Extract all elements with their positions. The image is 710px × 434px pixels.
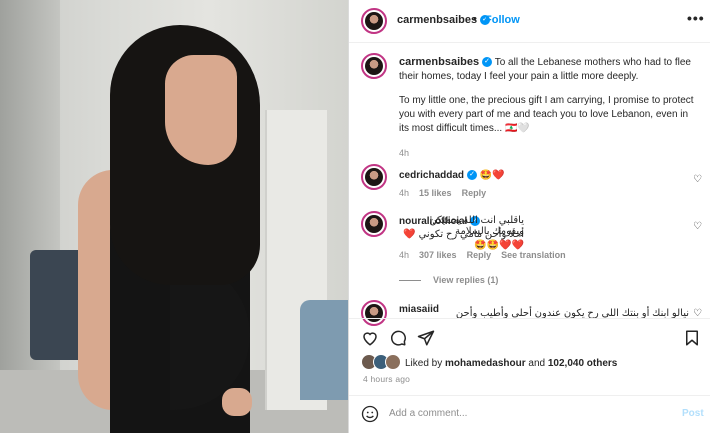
add-comment-input[interactable]: Add a comment... bbox=[389, 408, 467, 419]
replies-line bbox=[399, 280, 421, 282]
liked-by-user-link[interactable]: mohamedashour bbox=[445, 358, 526, 369]
post-caption: carmenbsaibes ✓ To all the Lebanese mothe… bbox=[399, 55, 699, 160]
caption-text-2: To my little one, the precious gift I am… bbox=[399, 95, 694, 134]
comment-likes[interactable]: 15 likes bbox=[419, 188, 452, 198]
liked-by-others-link[interactable]: 102,040 others bbox=[548, 358, 618, 369]
comment-meta: 4h 307 likes Reply See translation bbox=[399, 250, 566, 260]
photo-face bbox=[165, 55, 237, 165]
verified-badge-icon: ✓ bbox=[467, 170, 478, 181]
add-comment-row: Add a comment... Post bbox=[349, 395, 710, 434]
comment-meta: 4h 15 likes Reply bbox=[399, 188, 486, 198]
comment-time: 4h bbox=[399, 250, 410, 260]
photo-chair bbox=[300, 300, 348, 400]
caption-username[interactable]: carmenbsaibes ✓ bbox=[399, 56, 493, 68]
like-heart-icon[interactable] bbox=[361, 329, 379, 347]
comment-reply-button[interactable]: Reply bbox=[467, 250, 492, 260]
caption-author-avatar[interactable] bbox=[361, 53, 387, 79]
share-paper-plane-icon[interactable] bbox=[417, 329, 435, 347]
comment-username[interactable]: cedrichaddad ✓ 🤩❤️ bbox=[399, 170, 505, 181]
post-timestamp: 4 hours ago bbox=[363, 374, 411, 384]
comment-avatar[interactable] bbox=[361, 211, 387, 237]
post-side-panel: carmenbsaibes ✓ • Follow ••• carmenbsaibe… bbox=[348, 0, 710, 433]
liked-by-prefix: Liked by bbox=[405, 358, 443, 369]
comment-avatar[interactable] bbox=[361, 164, 387, 190]
emoji-smiley-icon[interactable] bbox=[361, 405, 379, 423]
instagram-post-viewer: carmenbsaibes ✓ • Follow ••• carmenbsaibe… bbox=[0, 0, 710, 433]
caption-time: 4h bbox=[399, 148, 410, 158]
photo-shelf bbox=[30, 250, 85, 360]
dot-separator: • bbox=[473, 13, 477, 25]
photo-wall bbox=[0, 0, 60, 433]
author-avatar[interactable] bbox=[361, 8, 387, 34]
more-options-icon[interactable]: ••• bbox=[687, 10, 705, 26]
comment-likes[interactable]: 307 likes bbox=[419, 250, 457, 260]
liked-by-and: and bbox=[528, 358, 546, 369]
follow-button[interactable]: Follow bbox=[485, 14, 520, 26]
verified-badge-icon: ✓ bbox=[482, 57, 493, 68]
liker-avatar[interactable] bbox=[385, 354, 401, 370]
photo-hand bbox=[222, 388, 252, 416]
view-replies-button[interactable]: View replies (1) bbox=[399, 275, 498, 285]
like-comment-heart-icon[interactable]: ♡ bbox=[693, 221, 702, 232]
post-photo[interactable] bbox=[0, 0, 348, 433]
save-bookmark-icon[interactable] bbox=[683, 329, 701, 347]
likes-summary: Liked by mohamedashour and 102,040 other… bbox=[405, 358, 617, 369]
like-comment-heart-icon[interactable]: ♡ bbox=[693, 174, 702, 185]
comment-reply-button[interactable]: Reply bbox=[462, 188, 487, 198]
comment-text-line2: أحلا وأحن مامي رح تكوني ❤️❤️❤️🤩🤩 bbox=[403, 229, 524, 251]
comment-bubble-icon[interactable] bbox=[389, 329, 407, 347]
comment-text: 🤩❤️ bbox=[479, 170, 505, 181]
post-header: carmenbsaibes ✓ • Follow ••• bbox=[349, 0, 710, 43]
see-translation-link[interactable]: See translation bbox=[501, 250, 566, 260]
post-comment-button[interactable]: Post bbox=[682, 408, 704, 419]
comment-time: 4h bbox=[399, 188, 410, 198]
